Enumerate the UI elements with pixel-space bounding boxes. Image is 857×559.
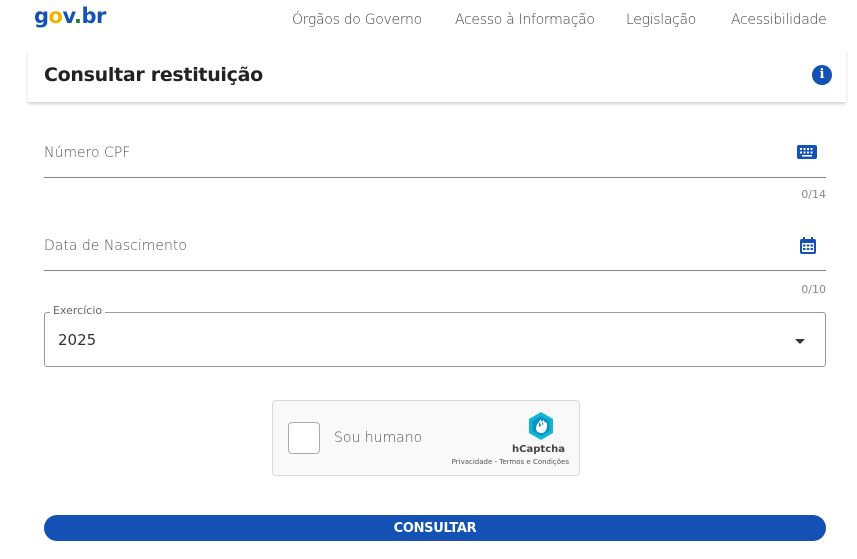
hcaptcha-terms-link[interactable]: Privacidade - Termos e Condições [452, 458, 569, 466]
nav-orgaos-governo[interactable]: Órgãos do Governo [292, 12, 422, 28]
captcha-label: Sou humano [334, 430, 423, 446]
nav-acesso-informacao[interactable]: Acesso à Informação [455, 12, 595, 28]
page-title: Consultar restituição [44, 64, 263, 86]
birth-date-label: Data de Nascimento [44, 238, 187, 254]
logo-letters-br: br [81, 4, 106, 28]
calendar-icon[interactable] [798, 236, 818, 261]
nav-acessibilidade[interactable]: Acessibilidade [731, 12, 827, 28]
cpf-label: Número CPF [44, 145, 131, 161]
logo-letter-v: v [62, 4, 74, 28]
page-title-card: Consultar restituição i [28, 50, 846, 102]
hcaptcha-widget: Sou humano hCaptcha Privacidade - Termos… [272, 400, 580, 476]
cpf-underline [44, 177, 826, 178]
info-icon[interactable]: i [812, 65, 832, 85]
consultar-button[interactable]: CONSULTAR [44, 515, 826, 541]
exercise-label: Exercício [50, 304, 106, 317]
cpf-field[interactable]: Número CPF 0/14 [44, 140, 826, 201]
logo-letter-o: o [48, 4, 63, 28]
caret-down-icon[interactable] [795, 339, 805, 344]
exercise-select[interactable]: 2025 [44, 312, 826, 367]
nav-legislacao[interactable]: Legislação [626, 12, 696, 28]
hcaptcha-logo-icon [526, 411, 556, 446]
gov-br-logo[interactable]: gov.br [34, 4, 106, 28]
keyboard-icon[interactable] [796, 144, 818, 165]
birth-date-field[interactable]: Data de Nascimento 0/10 [44, 233, 826, 296]
hcaptcha-brand: hCaptcha [512, 444, 565, 455]
birth-date-char-counter: 0/10 [801, 283, 826, 296]
top-bar: gov.br Órgãos do Governo Acesso à Inform… [0, 0, 857, 44]
cpf-char-counter: 0/14 [801, 188, 826, 201]
birth-date-underline [44, 270, 826, 271]
logo-letter-g: g [34, 4, 49, 28]
captcha-checkbox[interactable] [288, 422, 320, 454]
exercise-selected-value: 2025 [58, 331, 97, 349]
